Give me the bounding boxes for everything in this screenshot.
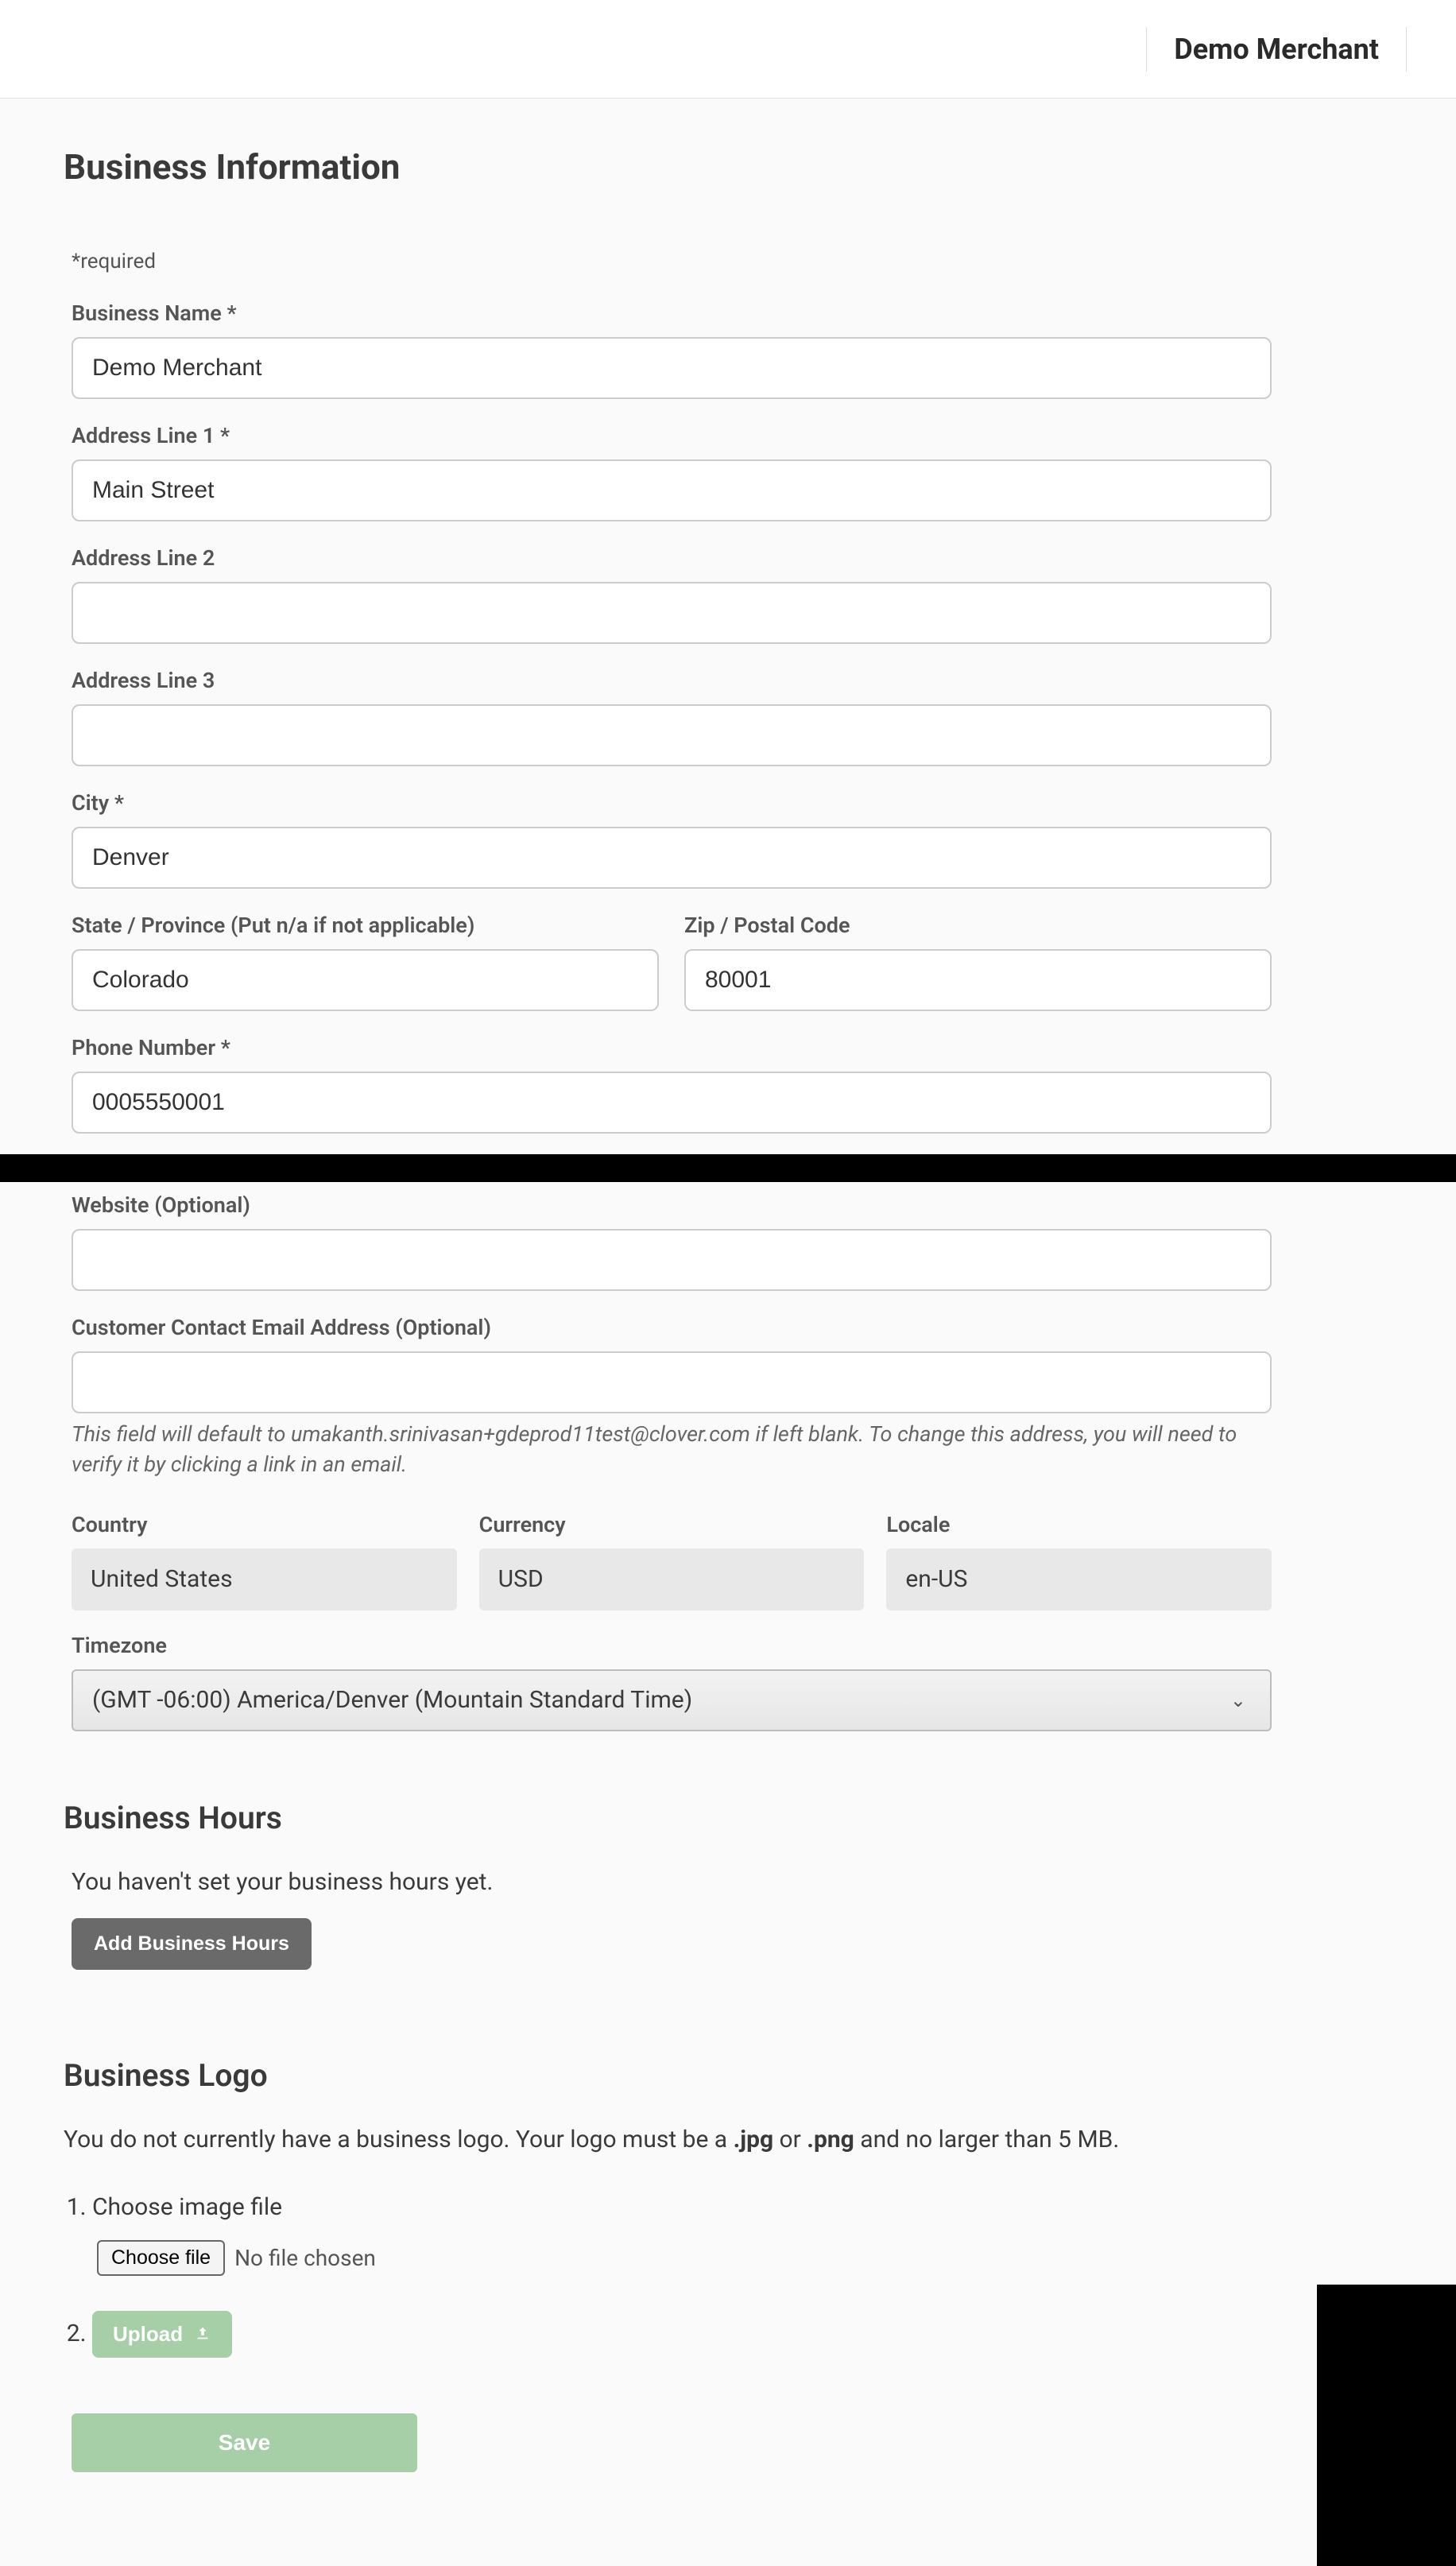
timezone-value: (GMT -06:00) America/Denver (Mountain St…: [92, 1686, 692, 1714]
choose-file-button[interactable]: Choose file: [97, 2240, 225, 2276]
city-label: City *: [72, 790, 1392, 816]
divider: [1146, 27, 1147, 72]
add-business-hours-button[interactable]: Add Business Hours: [72, 1918, 312, 1970]
address2-label: Address Line 2: [72, 545, 1392, 571]
locale-value: en-US: [886, 1549, 1272, 1611]
redaction-block: [1317, 2285, 1456, 2566]
currency-value: USD: [479, 1549, 865, 1611]
no-file-chosen: No file chosen: [234, 2245, 376, 2271]
business-logo-title: Business Logo: [64, 2057, 1392, 2094]
divider: [1406, 27, 1407, 72]
address3-input[interactable]: [72, 704, 1272, 766]
address2-input[interactable]: [72, 582, 1272, 644]
redaction-bar: [0, 1154, 1456, 1182]
address3-label: Address Line 3: [72, 668, 1392, 693]
city-input[interactable]: [72, 827, 1272, 889]
address1-input[interactable]: [72, 459, 1272, 521]
merchant-name[interactable]: Demo Merchant: [1174, 33, 1379, 66]
website-label: Website (Optional): [72, 1192, 1392, 1218]
address1-label: Address Line 1 *: [72, 423, 1392, 448]
business-logo-desc: You do not currently have a business log…: [64, 2126, 1392, 2153]
country-label: Country: [72, 1512, 457, 1537]
website-input[interactable]: [72, 1229, 1272, 1291]
page-title: Business Information: [64, 146, 1392, 188]
upload-icon: [194, 2325, 211, 2343]
email-input[interactable]: [72, 1351, 1272, 1413]
phone-label: Phone Number *: [72, 1035, 1392, 1060]
zip-input[interactable]: [684, 949, 1272, 1011]
timezone-select[interactable]: (GMT -06:00) America/Denver (Mountain St…: [72, 1669, 1272, 1731]
timezone-label: Timezone: [72, 1633, 1392, 1658]
page-content: Business Information *required Business …: [0, 99, 1456, 2520]
state-label: State / Province (Put n/a if not applica…: [72, 913, 659, 938]
business-hours-title: Business Hours: [64, 1800, 1392, 1836]
logo-step-2: Upload: [92, 2311, 1392, 2358]
email-label: Customer Contact Email Address (Optional…: [72, 1315, 1392, 1340]
chevron-down-icon: ⌄: [1230, 1689, 1246, 1711]
upload-button[interactable]: Upload: [92, 2311, 232, 2358]
zip-label: Zip / Postal Code: [684, 913, 1272, 938]
locale-label: Locale: [886, 1512, 1272, 1537]
business-name-label: Business Name *: [72, 300, 1392, 326]
currency-label: Currency: [479, 1512, 865, 1537]
phone-input[interactable]: [72, 1072, 1272, 1134]
country-value: United States: [72, 1549, 457, 1611]
required-note: *required: [72, 250, 1392, 273]
email-helper: This field will default to umakanth.srin…: [72, 1420, 1272, 1480]
top-bar: Demo Merchant: [0, 0, 1456, 99]
logo-step-1: Choose image file Choose file No file ch…: [92, 2193, 1392, 2276]
state-input[interactable]: [72, 949, 659, 1011]
business-name-input[interactable]: [72, 337, 1272, 399]
business-hours-empty: You haven't set your business hours yet.: [72, 1868, 1392, 1896]
save-button[interactable]: Save: [72, 2413, 417, 2472]
